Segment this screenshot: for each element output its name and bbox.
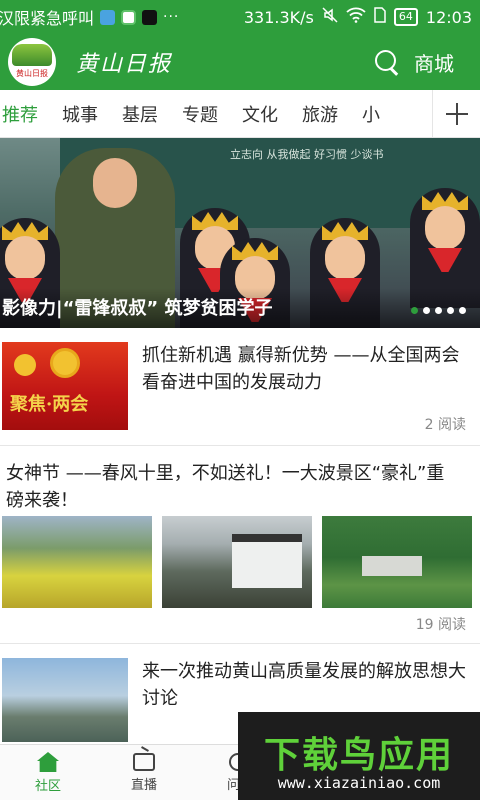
tiktok-notification-icon (142, 9, 158, 25)
nav-label: 社区 (34, 779, 61, 794)
category-tabs: 推荐 城事 基层 专题 文化 旅游 小 (0, 89, 480, 138)
brand-title: 黄山日报 (76, 52, 173, 77)
mute-icon (322, 7, 338, 27)
nav-label: 直播 (130, 778, 157, 793)
shop-button[interactable]: 商城 (414, 48, 454, 77)
tv-icon (133, 753, 155, 771)
article-item[interactable]: 女神节 ——春风十里，不如送礼！一大波景区“豪礼”重磅来袭！ 19 阅读 (0, 446, 480, 644)
banner-carousel[interactable]: 立志向 从我做起 好习惯 少谈书 影像力|“雷锋叔叔” 筑梦贫困学子 (0, 138, 480, 328)
tab-culture[interactable]: 文化 (230, 90, 290, 137)
watermark-title: 下载鸟应用 (263, 735, 454, 776)
tab-list: 推荐 城事 基层 专题 文化 旅游 小 (0, 90, 432, 137)
logo-text: 黄山日报 (16, 69, 48, 78)
clock: 12:03 (425, 7, 472, 27)
carousel-dot[interactable] (411, 307, 418, 314)
read-count: 2 阅读 (424, 417, 466, 433)
emblem-icon (50, 348, 80, 378)
mountain-village-image (322, 516, 472, 608)
landscape-image (2, 516, 152, 608)
image-gallery (2, 516, 472, 608)
battery-indicator: 64 (393, 8, 418, 26)
app-notification-icon (100, 9, 116, 25)
blackboard-text: 立志向 从我做起 好习惯 少谈书 (230, 148, 384, 161)
thumbnail-text: 聚焦·两会 (10, 394, 89, 415)
add-tab-button[interactable] (432, 89, 480, 138)
article-title: 来一次推动黄山高质量发展的解放思想大讨论 (142, 661, 466, 709)
emblem-icon (14, 354, 36, 376)
article-thumbnail (2, 658, 128, 742)
village-image (162, 516, 312, 608)
tab-grassroots[interactable]: 基层 (110, 90, 170, 137)
read-count: 19 阅读 (415, 617, 466, 633)
home-icon (37, 752, 59, 772)
banner-caption: 影像力|“雷锋叔叔” 筑梦贫困学子 (2, 298, 273, 319)
more-notifications-icon: ··· (163, 9, 180, 25)
tab-city[interactable]: 城事 (50, 90, 110, 137)
tab-special[interactable]: 专题 (170, 90, 230, 137)
carousel-dot[interactable] (435, 307, 442, 314)
carousel-dot[interactable] (447, 307, 454, 314)
app-logo[interactable]: 黄山日报 (8, 38, 56, 86)
wifi-icon (346, 7, 366, 27)
carousel-indicator (411, 307, 466, 314)
status-bar: 汉限紧急呼叫 ··· 331.3K/s 64 12:03 (0, 0, 480, 34)
watermark: 下载鸟应用 www.xiazainiao.com (238, 712, 480, 800)
carousel-dot[interactable] (459, 307, 466, 314)
tab-travel[interactable]: 旅游 (290, 90, 350, 137)
article-item[interactable]: 聚焦·两会 抓住新机遇 赢得新优势 ——从全国两会看奋进中国的发展动力 2 阅读 (0, 328, 480, 446)
article-title: 女神节 ——春风十里，不如送礼！一大波景区“豪礼”重磅来袭！ (6, 463, 445, 511)
sim-icon (374, 7, 386, 27)
nav-community[interactable]: 社区 (0, 745, 96, 800)
tab-recommend[interactable]: 推荐 (0, 90, 50, 137)
watermark-url: www.xiazainiao.com (277, 774, 441, 792)
tab-partial[interactable]: 小 (350, 90, 392, 137)
article-title: 抓住新机遇 赢得新优势 ——从全国两会看奋进中国的发展动力 (142, 345, 460, 393)
plus-icon (445, 102, 468, 125)
article-thumbnail: 聚焦·两会 (2, 342, 128, 430)
search-icon[interactable] (374, 49, 400, 75)
logo-mountain-icon (12, 44, 52, 66)
network-speed: 331.3K/s (243, 7, 314, 27)
notification-text: 汉限紧急呼叫 (0, 9, 95, 28)
nav-live[interactable]: 直播 (96, 745, 192, 800)
app-header: 黄山日报 黄山日报 商城 (0, 34, 480, 90)
message-notification-icon (121, 9, 137, 25)
carousel-dot[interactable] (423, 307, 430, 314)
